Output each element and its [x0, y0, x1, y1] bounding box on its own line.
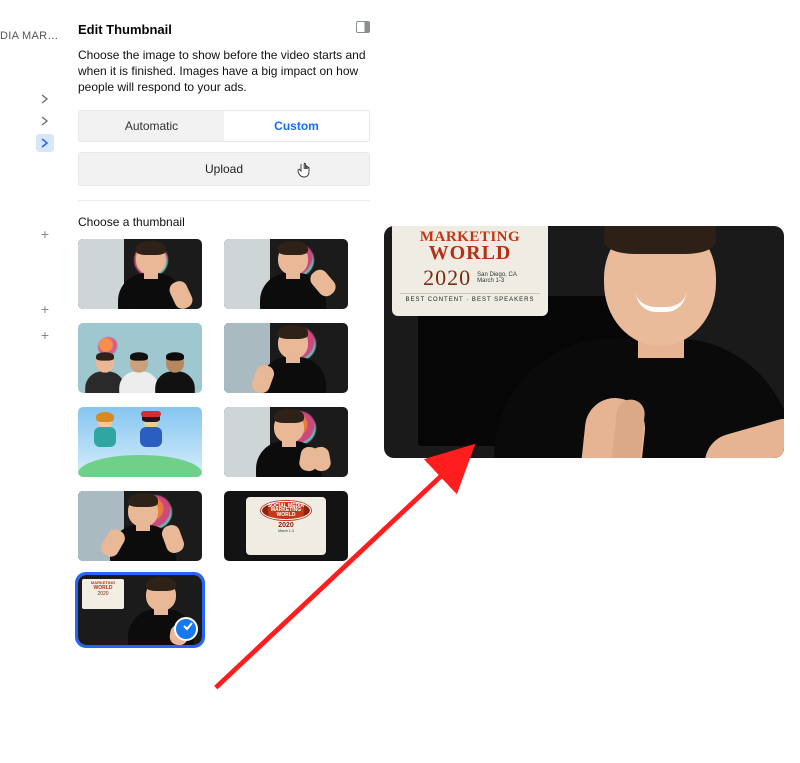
- event-year: 2020: [278, 522, 294, 529]
- plus-icon[interactable]: +: [36, 225, 54, 243]
- chevron-right-icon[interactable]: [36, 112, 54, 130]
- event-logo: SOCIAL MEDIAMARKETINGWORLD: [261, 501, 311, 521]
- event-date: March 1-3: [278, 529, 294, 533]
- thumbnail-option[interactable]: [78, 323, 202, 393]
- thumbnail-option[interactable]: [224, 239, 348, 309]
- thumbnail-option[interactable]: [224, 323, 348, 393]
- thumbnail-option[interactable]: [78, 407, 202, 477]
- thumbnail-option-selected[interactable]: MARKETING WORLD 2020: [78, 575, 202, 645]
- thumbnail-option[interactable]: [78, 239, 202, 309]
- thumbnail-grid: SOCIAL MEDIAMARKETINGWORLD 2020 March 1-…: [78, 239, 370, 645]
- check-icon: [182, 619, 194, 637]
- plus-icon[interactable]: +: [36, 300, 54, 318]
- upload-label: Upload: [205, 162, 243, 176]
- side-panel-icon[interactable]: [356, 20, 370, 39]
- thumbnail-option[interactable]: SOCIAL MEDIAMARKETINGWORLD 2020 March 1-…: [224, 491, 348, 561]
- cursor-pointer-icon: [297, 162, 311, 181]
- thumbnail-option[interactable]: [78, 491, 202, 561]
- chevron-right-icon[interactable]: [36, 134, 54, 152]
- upload-button[interactable]: Upload: [78, 152, 370, 186]
- campaign-label: DIA MAR…: [0, 30, 59, 42]
- event-year: 2020: [423, 265, 471, 291]
- tab-automatic[interactable]: Automatic: [79, 111, 224, 141]
- thumbnail-preview: MARKETING WORLD 2020 San Diego, CA March…: [384, 226, 784, 458]
- edit-thumbnail-panel: Edit Thumbnail Choose the image to show …: [78, 20, 370, 645]
- campaign-sidebar: DIA MAR… + + +: [0, 0, 60, 300]
- panel-title: Edit Thumbnail: [78, 22, 172, 37]
- plus-icon[interactable]: +: [36, 326, 54, 344]
- tab-custom[interactable]: Custom: [224, 111, 369, 141]
- event-card-mini: MARKETING WORLD 2020: [82, 579, 124, 609]
- person-portrait: [494, 228, 784, 458]
- choose-thumbnail-label: Choose a thumbnail: [78, 215, 370, 229]
- panel-description: Choose the image to show before the vide…: [78, 47, 370, 96]
- chevron-right-icon[interactable]: [36, 90, 54, 108]
- thumbnail-option[interactable]: [224, 407, 348, 477]
- thumbnail-mode-tabs: Automatic Custom: [78, 110, 370, 142]
